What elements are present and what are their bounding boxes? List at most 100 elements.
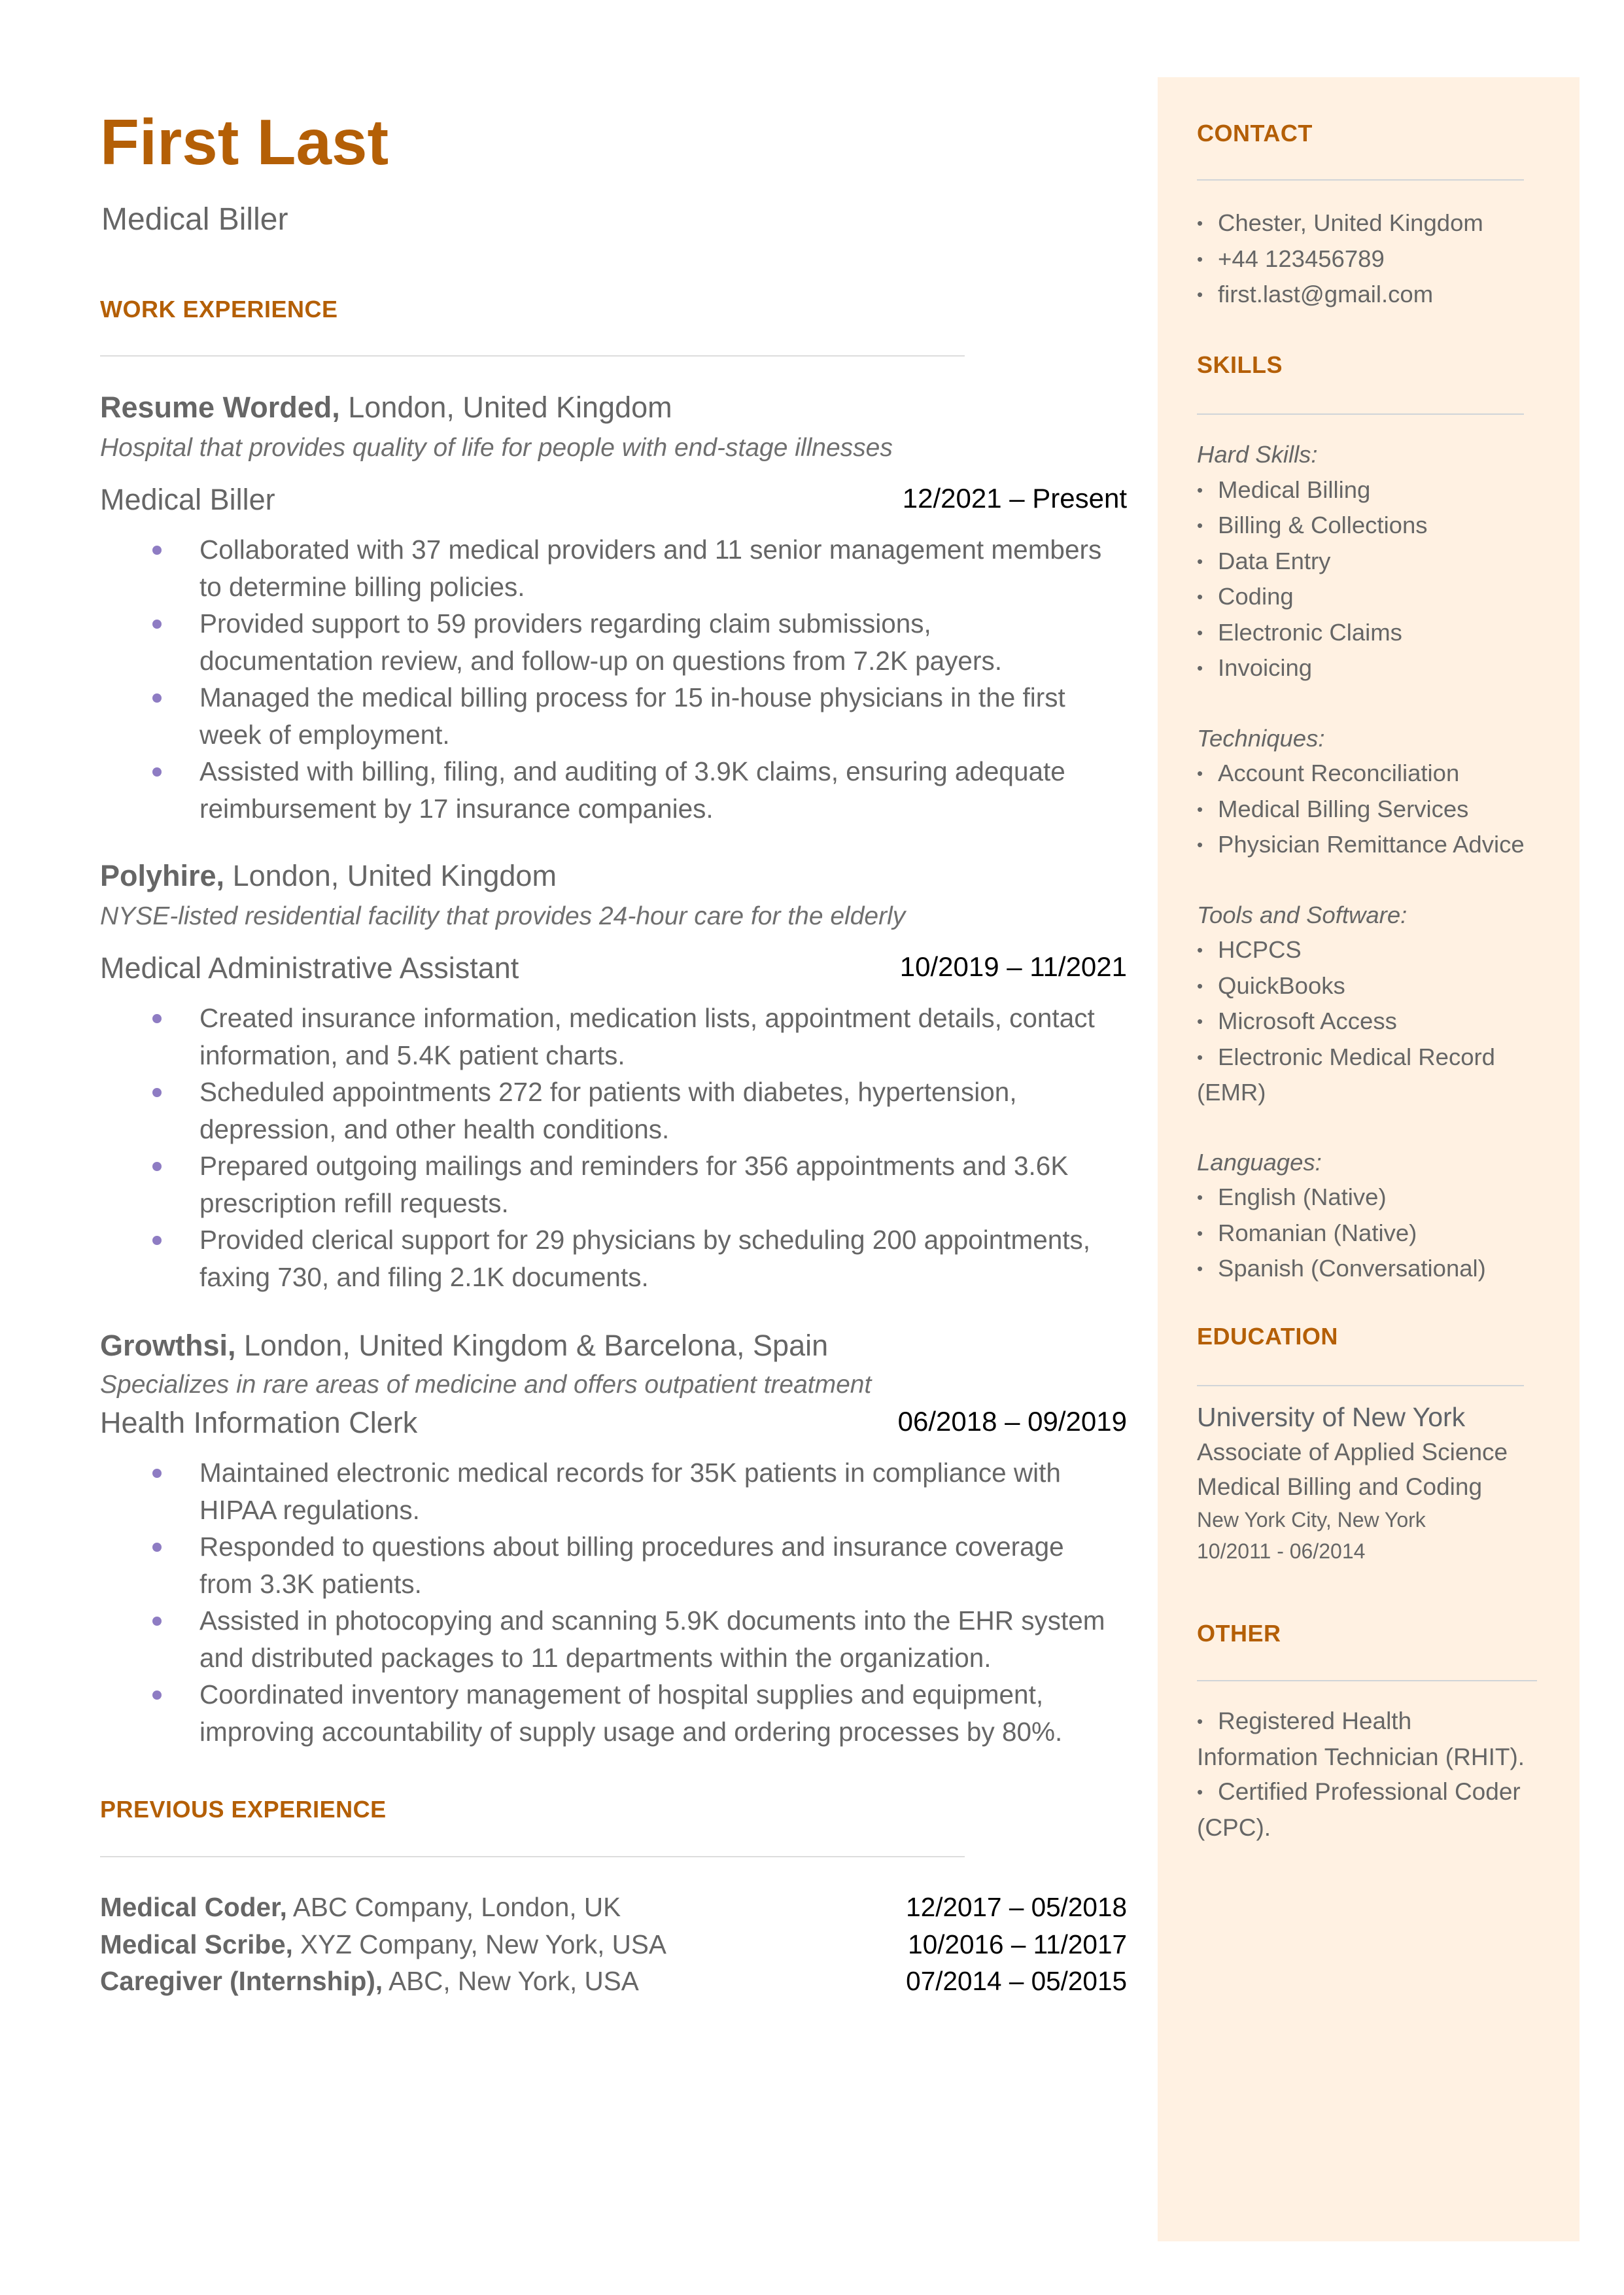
job-description: Hospital that provides quality of life f… (100, 434, 893, 462)
job-location: London, United Kingdom (232, 859, 557, 892)
candidate-title: Medical Biller (101, 202, 288, 237)
skill-item: Microsoft Access (1197, 1004, 1550, 1040)
job-dates: 06/2018 – 09/2019 (897, 1406, 1127, 1437)
job-bullets: Created insurance information, medicatio… (100, 1000, 1127, 1295)
bullet-dot-icon (152, 1014, 162, 1023)
job-company: Polyhire, (100, 859, 225, 892)
education-location: New York City, New York (1197, 1508, 1426, 1532)
job-bullet: Prepared outgoing mailings and reminders… (100, 1148, 1127, 1221)
job-description: NYSE-listed residential facility that pr… (100, 902, 906, 930)
work-experience-heading: WORK EXPERIENCE (100, 296, 338, 323)
other-heading: OTHER (1197, 1620, 1281, 1647)
job-bullets: Collaborated with 37 medical providers a… (100, 531, 1127, 827)
skills-divider (1197, 413, 1524, 415)
job-bullet: Assisted in photocopying and scanning 5.… (100, 1602, 1127, 1676)
skill-item: Physician Remittance Advice (1197, 827, 1550, 863)
job-dates: 12/2021 – Present (902, 483, 1127, 514)
bullet-dot-icon (152, 546, 162, 555)
job-company-line: Growthsi, London, United Kingdom & Barce… (100, 1331, 1127, 1360)
other-divider (1197, 1680, 1537, 1681)
skill-item: Invoicing (1197, 650, 1550, 686)
bullet-dot-icon (152, 1162, 162, 1171)
previous-experience-item: Caregiver (Internship), ABC, New York, U… (100, 1966, 1127, 1996)
skill-item: Medical Billing Services (1197, 792, 1550, 828)
contact-heading: CONTACT (1197, 120, 1313, 147)
skill-item-continuation: (EMR) (1197, 1079, 1266, 1106)
skill-item: Billing & Collections (1197, 508, 1550, 544)
job-bullet: Coordinated inventory management of hosp… (100, 1676, 1127, 1750)
bullet-dot-icon (152, 767, 162, 777)
job-company-line: Resume Worded, London, United Kingdom (100, 393, 1127, 422)
job-company: Resume Worded, (100, 391, 340, 424)
bullet-dot-icon (152, 1691, 162, 1700)
job-bullet: Maintained electronic medical records fo… (100, 1454, 1127, 1528)
skill-item: HCPCS (1197, 932, 1550, 968)
other-item-continuation: (CPC). (1197, 1813, 1271, 1841)
skill-group-label: Techniques: (1197, 724, 1325, 752)
contact-location: Chester, United Kingdom (1197, 205, 1550, 241)
job-title-row: Medical Biller 12/2021 – Present (100, 483, 1127, 516)
job-bullet: Provided clerical support for 29 physici… (100, 1221, 1127, 1295)
contact-email[interactable]: first.last@gmail.com (1197, 277, 1550, 313)
contact-divider (1197, 179, 1524, 181)
job-title: Health Information Clerk (100, 1406, 418, 1439)
bullet-dot-icon (152, 620, 162, 629)
other-item-continuation: Information Technician (RHIT). (1197, 1743, 1525, 1770)
job-title-row: Health Information Clerk 06/2018 – 09/20… (100, 1406, 1127, 1439)
other-list: Registered Health Information Technician… (1197, 1704, 1550, 1845)
previous-experience-heading: PREVIOUS EXPERIENCE (100, 1796, 387, 1823)
previous-experience-list: Medical Coder, ABC Company, London, UK 1… (100, 1894, 1127, 1995)
job-entry: Growthsi, London, United Kingdom & Barce… (100, 1331, 1127, 1750)
previous-experience-item: Medical Coder, ABC Company, London, UK 1… (100, 1892, 1127, 1922)
job-bullet: Managed the medical billing process for … (100, 679, 1127, 753)
bullet-dot-icon (152, 1469, 162, 1478)
skills-list: Hard Skills: Medical Billing Billing & C… (1197, 437, 1550, 1287)
job-entry: Polyhire, London, United Kingdom NYSE-li… (100, 861, 1127, 1295)
job-title: Medical Administrative Assistant (100, 951, 519, 985)
job-title: Medical Biller (100, 483, 275, 516)
job-bullet: Scheduled appointments 272 for patients … (100, 1074, 1127, 1148)
education-degree: Associate of Applied Science (1197, 1439, 1508, 1465)
skill-item: Coding (1197, 579, 1550, 615)
job-description: Specializes in rare areas of medicine an… (100, 1371, 872, 1399)
job-title-row: Medical Administrative Assistant 10/2019… (100, 953, 1127, 983)
education-divider (1197, 1385, 1524, 1386)
other-item: Certified Professional Coder (1197, 1774, 1550, 1810)
job-bullet: Responded to questions about billing pro… (100, 1528, 1127, 1602)
previous-experience-item: Medical Scribe, XYZ Company, New York, U… (100, 1929, 1127, 1959)
job-bullet: Provided support to 59 providers regardi… (100, 605, 1127, 679)
bullet-dot-icon (152, 1543, 162, 1552)
job-dates: 10/2019 – 11/2021 (899, 951, 1127, 982)
previous-experience-divider (100, 1856, 965, 1857)
skill-item: QuickBooks (1197, 968, 1550, 1004)
candidate-name: First Last (100, 106, 389, 178)
job-company-line: Polyhire, London, United Kingdom (100, 861, 1127, 890)
skill-item: Medical Billing (1197, 472, 1550, 508)
contact-phone[interactable]: +44 123456789 (1197, 241, 1550, 277)
other-item: Registered Health (1197, 1704, 1550, 1740)
job-location: London, United Kingdom (348, 391, 672, 424)
contact-list: Chester, United Kingdom +44 123456789 fi… (1197, 205, 1550, 313)
education-entry: University of New York Associate of Appl… (1197, 1400, 1550, 1567)
skill-item: Account Reconciliation (1197, 756, 1550, 792)
skill-group-label: Tools and Software: (1197, 901, 1408, 928)
bullet-dot-icon (152, 1088, 162, 1097)
education-school: University of New York (1197, 1402, 1466, 1432)
education-field: Medical Billing and Coding (1197, 1473, 1483, 1500)
skill-item: Romanian (Native) (1197, 1216, 1550, 1252)
job-bullet: Assisted with billing, filing, and audit… (100, 753, 1127, 827)
job-bullets: Maintained electronic medical records fo… (100, 1454, 1127, 1750)
job-bullet: Collaborated with 37 medical providers a… (100, 531, 1127, 605)
skills-heading: SKILLS (1197, 351, 1283, 378)
skill-group-label: Hard Skills: (1197, 441, 1318, 468)
education-dates: 10/2011 - 06/2014 (1197, 1539, 1366, 1563)
skill-item: Electronic Claims (1197, 615, 1550, 651)
skill-item: English (Native) (1197, 1180, 1550, 1216)
education-heading: EDUCATION (1197, 1323, 1338, 1350)
bullet-dot-icon (152, 693, 162, 703)
skill-item: Electronic Medical Record (1197, 1040, 1550, 1076)
skill-item: Spanish (Conversational) (1197, 1251, 1550, 1287)
job-entry: Resume Worded, London, United Kingdom Ho… (100, 393, 1127, 827)
job-company: Growthsi, (100, 1329, 236, 1362)
bullet-dot-icon (152, 1617, 162, 1626)
